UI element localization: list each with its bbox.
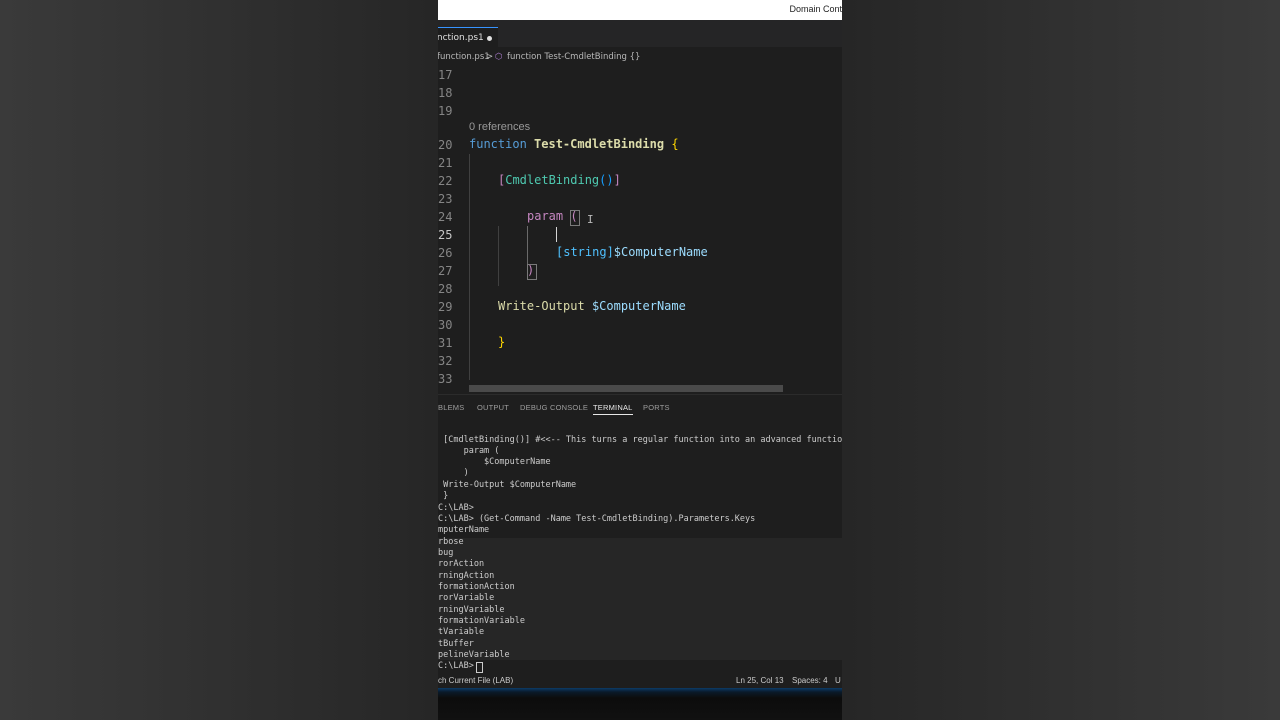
terminal-line: param ( (438, 446, 500, 456)
terminal-output-key: rbose (438, 537, 464, 547)
parameter-variable: $ComputerName (613, 245, 708, 259)
vscode-window: Domain Cont function.ps1 function.ps1 > … (438, 0, 842, 720)
code-line-26: [string]$ComputerName (556, 245, 708, 259)
open-brace: { (671, 137, 679, 151)
terminal-line: $ComputerName (438, 457, 551, 467)
terminal-output-key: formationVariable (438, 616, 525, 626)
line-number: 17 (438, 68, 453, 82)
tab-debug-console[interactable]: DEBUG CONSOLE (520, 403, 588, 412)
terminal-output-highlight (438, 538, 842, 660)
line-number: 24 (438, 210, 453, 224)
status-cursor-position[interactable]: Ln 25, Col 13 (736, 676, 784, 685)
status-run-file[interactable]: ch Current File (LAB) (438, 676, 513, 685)
code-line-20: function Test-CmdletBinding { (469, 137, 679, 151)
terminal-output-key: bug (438, 548, 454, 558)
code-line-31: } (498, 335, 505, 349)
editor-tab-function-ps1[interactable]: function.ps1 (438, 27, 498, 48)
unsaved-dot-icon[interactable] (487, 36, 492, 41)
attribute-name: CmdletBinding (505, 173, 600, 187)
terminal-prompt[interactable]: C:\LAB> (438, 661, 479, 671)
window-title-label: Domain Cont (789, 4, 842, 14)
line-number-active: 25 (438, 228, 453, 242)
blurred-backdrop-left (0, 0, 438, 720)
breadcrumb-symbol[interactable]: function Test-CmdletBinding {} (507, 52, 640, 62)
function-keyword: function (469, 137, 527, 151)
blurred-backdrop-right (842, 0, 1280, 720)
terminal-output-key: pelineVariable (438, 650, 510, 660)
attribute-parens: () (599, 173, 614, 187)
terminal-output-key: rningAction (438, 571, 495, 581)
line-number: 27 (438, 264, 453, 278)
line-number: 19 (438, 104, 453, 118)
title-bar: Domain Cont (438, 0, 842, 20)
text-cursor (556, 227, 557, 242)
close-brace: } (498, 335, 506, 349)
status-bar: ch Current File (LAB) Ln 25, Col 13 Spac… (438, 674, 842, 688)
line-number: 32 (438, 354, 453, 368)
status-encoding[interactable]: U (835, 676, 841, 685)
terminal-output-key: rorAction (438, 559, 485, 569)
line-number: 20 (438, 138, 453, 152)
terminal-output-key: formationAction (438, 582, 515, 592)
tab-output[interactable]: OUTPUT (477, 403, 509, 412)
terminal-output-key: rningVariable (438, 605, 505, 615)
write-output-command: Write-Output (498, 299, 585, 313)
terminal-cursor (476, 662, 483, 673)
line-number: 33 (438, 372, 453, 386)
line-number: 23 (438, 192, 453, 206)
taskbar-edge (438, 688, 842, 720)
terminal-line: ) (438, 468, 469, 478)
terminal-line: [CmdletBinding()] #<<-- This turns a reg… (438, 435, 842, 445)
attr-close-bracket: ] (613, 173, 621, 187)
terminal-output-key: rorVariable (438, 593, 495, 603)
terminal-output-key: mputerName (438, 525, 490, 535)
breadcrumb-file[interactable]: function.ps1 (438, 52, 490, 62)
line-number: 28 (438, 282, 453, 296)
tab-ports[interactable]: PORTS (643, 403, 670, 412)
bracket-match-highlight (527, 264, 537, 280)
terminal-line: } (438, 491, 449, 501)
bottom-panel: BLEMS OUTPUT DEBUG CONSOLE TERMINAL PORT… (438, 394, 842, 675)
line-number: 26 (438, 246, 453, 260)
ibeam-cursor-icon: I (587, 213, 594, 226)
breadcrumb-separator: > (486, 52, 494, 62)
tab-label: function.ps1 (438, 33, 484, 43)
codelens-references[interactable]: 0 references (469, 121, 530, 133)
line-number: 21 (438, 156, 453, 170)
line-number: 18 (438, 86, 453, 100)
editor-tab-strip: function.ps1 (438, 20, 842, 48)
cube-icon: ⬡ (495, 52, 503, 62)
horizontal-scrollbar[interactable] (469, 385, 783, 392)
function-name: Test-CmdletBinding (534, 137, 665, 151)
tab-terminal[interactable]: TERMINAL (593, 403, 633, 415)
line-number: 29 (438, 300, 453, 314)
terminal-output-key: tVariable (438, 627, 485, 637)
indent-guide (469, 154, 470, 380)
terminal-line: Write-Output $ComputerName (438, 480, 577, 490)
terminal-prompt-line: C:\LAB> (438, 503, 474, 513)
tab-problems[interactable]: BLEMS (438, 403, 464, 412)
line-number: 22 (438, 174, 453, 188)
type-token: [string] (556, 245, 614, 259)
code-editor[interactable]: 17 18 19 20 21 22 23 24 25 26 27 28 29 3… (438, 66, 842, 392)
bracket-match-highlight (570, 210, 580, 226)
line-number: 30 (438, 318, 453, 332)
terminal-command-line: C:\LAB> (Get-Command -Name Test-CmdletBi… (438, 514, 756, 524)
indent-guide (498, 226, 499, 286)
write-output-variable: $ComputerName (591, 299, 686, 313)
param-keyword: param (527, 209, 564, 223)
terminal-output-key: tBuffer (438, 639, 474, 649)
status-indentation[interactable]: Spaces: 4 (792, 676, 828, 685)
indent-guide (527, 226, 528, 268)
line-number: 31 (438, 336, 453, 350)
code-line-22: [CmdletBinding()] (498, 173, 621, 187)
breadcrumb: function.ps1 > ⬡ function Test-CmdletBin… (438, 48, 842, 65)
code-line-29: Write-Output $ComputerName (498, 299, 686, 313)
